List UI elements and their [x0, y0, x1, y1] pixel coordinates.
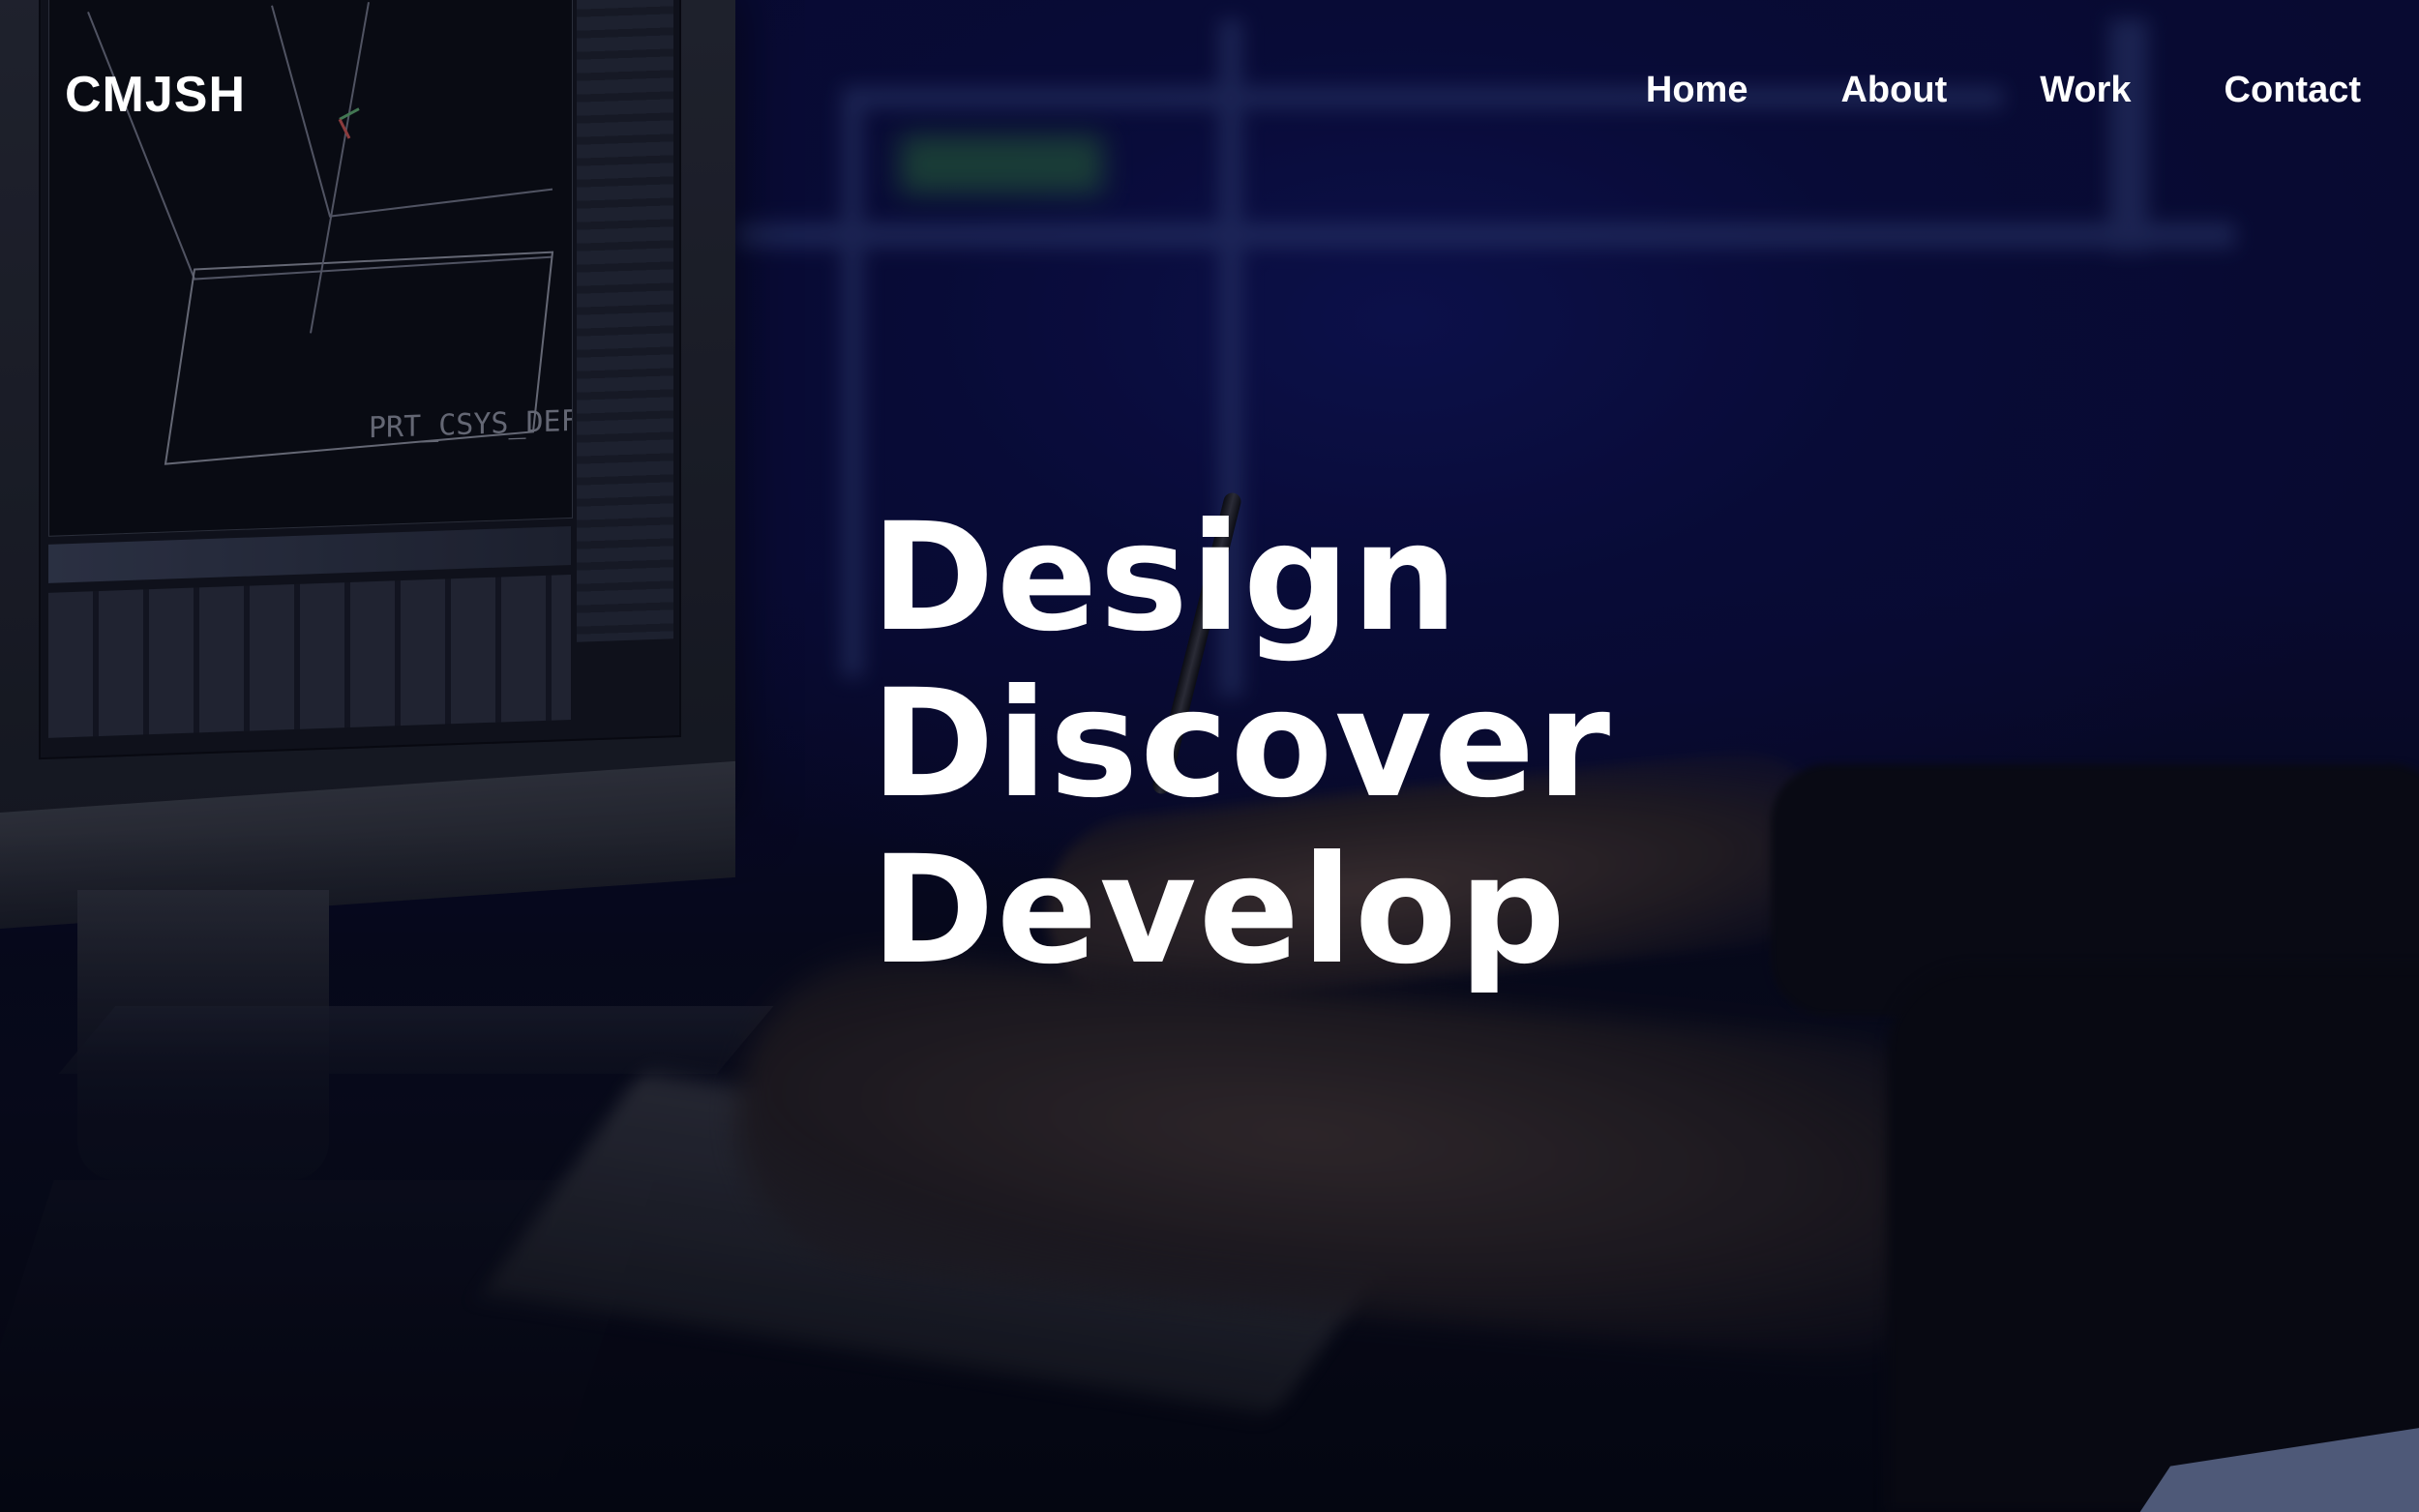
nav-link-about[interactable]: About — [1840, 70, 1947, 111]
nav-link-home[interactable]: Home — [1646, 70, 1748, 111]
hero-line-design: Design — [871, 491, 1460, 665]
site-logo[interactable]: CMJSH — [65, 66, 246, 124]
site-header: CMJSH Home About Work Contact — [0, 0, 2419, 193]
hero-headline: Design Discover Develop — [871, 495, 1612, 994]
main-nav: Home About Work Contact — [1553, 70, 2361, 111]
hero-line-discover: Discover — [871, 658, 1613, 831]
nav-link-contact[interactable]: Contact — [2225, 70, 2361, 111]
hero-line-develop: Develop — [871, 824, 1568, 997]
nav-link-work[interactable]: Work — [2040, 70, 2131, 111]
